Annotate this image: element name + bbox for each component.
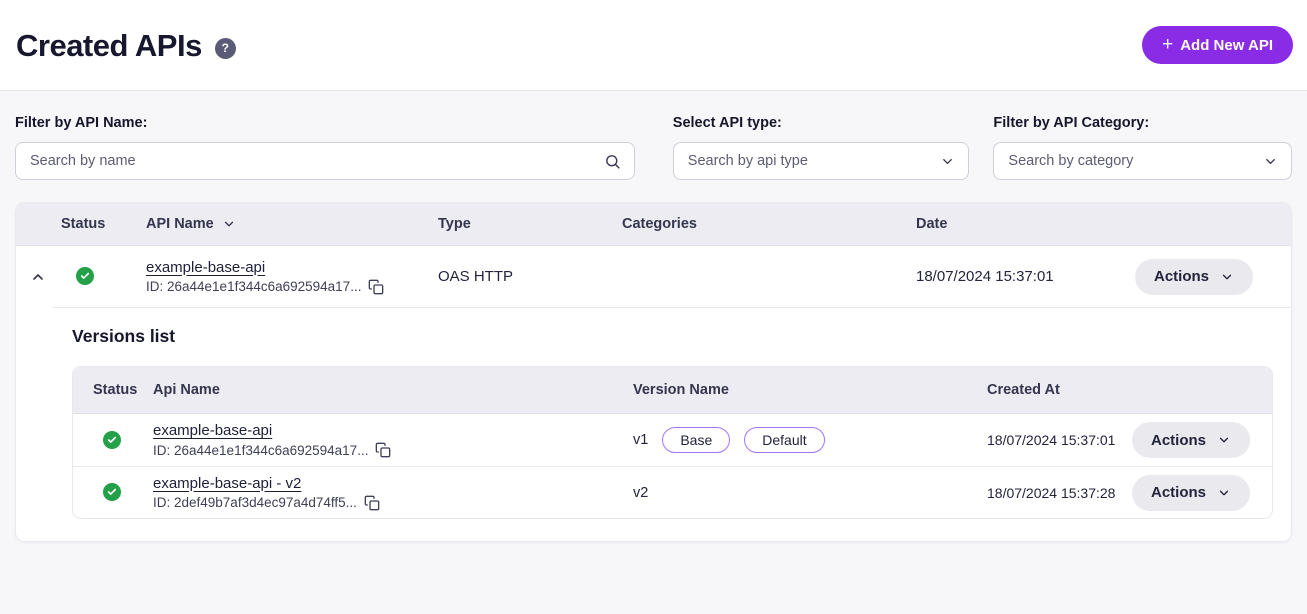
page-header: Created APIs ? + Add New API: [0, 0, 1307, 91]
api-name-search-input[interactable]: [30, 153, 604, 169]
version-column-header-status: Status: [73, 382, 133, 398]
chevron-down-icon: [1263, 154, 1278, 169]
actions-button[interactable]: Actions: [1132, 475, 1250, 511]
collapse-row-button[interactable]: [16, 269, 60, 285]
actions-button-label: Actions: [1151, 432, 1206, 449]
column-header-api-name[interactable]: API Name: [146, 216, 438, 232]
version-api-name-link[interactable]: example-base-api - v2: [153, 475, 301, 492]
version-table-row: example-base-api ID: 26a44e1e1f344c6a692…: [73, 414, 1272, 466]
add-new-api-label: Add New API: [1180, 37, 1273, 54]
version-badge-default: Default: [744, 427, 824, 453]
chevron-down-icon: [1217, 433, 1231, 447]
copy-icon[interactable]: [368, 279, 384, 295]
version-api-name-cell: example-base-api ID: 26a44e1e1f344c6a692…: [133, 422, 633, 458]
copy-icon[interactable]: [364, 495, 380, 511]
versions-table-header: Status Api Name Version Name Created At: [73, 367, 1272, 414]
chevron-down-icon: [940, 154, 955, 169]
version-name-cell: v2: [633, 485, 987, 501]
status-success-icon: [103, 431, 121, 449]
apis-table-header: Status API Name Type Categories Date: [16, 203, 1291, 246]
actions-button[interactable]: Actions: [1135, 259, 1253, 295]
actions-button-label: Actions: [1154, 268, 1209, 285]
filter-api-category-label: Filter by API Category:: [993, 115, 1292, 131]
version-api-id-text: ID: 2def49b7af3d4ec97a4d74ff5...: [153, 495, 357, 510]
api-category-select-placeholder: Search by category: [1008, 153, 1133, 169]
versions-table: Status Api Name Version Name Created At …: [72, 366, 1273, 519]
add-new-api-button[interactable]: + Add New API: [1142, 26, 1293, 64]
page-title: Created APIs: [16, 28, 202, 64]
version-label: v1: [633, 432, 648, 448]
version-badge-base: Base: [662, 427, 730, 453]
version-api-name-cell: example-base-api - v2 ID: 2def49b7af3d4e…: [133, 475, 633, 511]
chevron-down-icon: [1217, 486, 1231, 500]
version-api-name-link[interactable]: example-base-api: [153, 422, 272, 439]
search-icon: [604, 153, 621, 170]
version-api-id-text: ID: 26a44e1e1f344c6a692594a17...: [153, 443, 368, 458]
plus-icon: +: [1162, 35, 1173, 54]
apis-table-card: Status API Name Type Categories Date: [15, 202, 1292, 542]
chevron-up-icon: [30, 269, 46, 285]
status-cell: [60, 267, 146, 286]
filter-api-name-label: Filter by API Name:: [15, 115, 635, 131]
filter-api-type-label: Select API type:: [673, 115, 970, 131]
versions-panel: Versions list Status Api Name Version Na…: [16, 308, 1291, 541]
api-category-select[interactable]: Search by category: [993, 142, 1292, 180]
actions-button-label: Actions: [1151, 484, 1206, 501]
version-column-header-version-name: Version Name: [633, 382, 987, 398]
chevron-down-icon: [1220, 270, 1234, 284]
column-header-type: Type: [438, 216, 622, 232]
column-header-status: Status: [60, 216, 146, 232]
api-type-select[interactable]: Search by api type: [673, 142, 970, 180]
version-table-row: example-base-api - v2 ID: 2def49b7af3d4e…: [73, 466, 1272, 518]
version-column-header-api-name: Api Name: [133, 382, 633, 398]
status-cell: [73, 483, 133, 502]
content-area: Filter by API Name: Select API type: Sea…: [0, 91, 1307, 542]
version-name-cell: v1 Base Default: [633, 427, 987, 453]
status-cell: [73, 431, 133, 450]
version-column-header-created-at: Created At: [987, 382, 1127, 398]
api-table-row: example-base-api ID: 26a44e1e1f344c6a692…: [16, 246, 1291, 307]
help-icon[interactable]: ?: [215, 38, 236, 59]
version-created-at-cell: 18/07/2024 15:37:01: [987, 432, 1127, 448]
status-success-icon: [76, 267, 94, 285]
filter-api-type: Select API type: Search by api type: [673, 115, 970, 180]
api-name-cell: example-base-api ID: 26a44e1e1f344c6a692…: [146, 259, 438, 295]
version-created-at-cell: 18/07/2024 15:37:28: [987, 485, 1127, 501]
api-type-cell: OAS HTTP: [438, 268, 622, 285]
copy-icon[interactable]: [375, 442, 391, 458]
filters-bar: Filter by API Name: Select API type: Sea…: [15, 115, 1292, 180]
api-type-select-placeholder: Search by api type: [688, 153, 808, 169]
column-header-categories: Categories: [622, 216, 916, 232]
api-date-cell: 18/07/2024 15:37:01: [916, 268, 1096, 285]
status-success-icon: [103, 483, 121, 501]
actions-button[interactable]: Actions: [1132, 422, 1250, 458]
api-id-text: ID: 26a44e1e1f344c6a692594a17...: [146, 279, 361, 294]
sort-chevron-down-icon: [222, 217, 236, 231]
filter-api-category: Filter by API Category: Search by catego…: [993, 115, 1292, 180]
column-header-date: Date: [916, 216, 1096, 232]
api-name-link[interactable]: example-base-api: [146, 259, 265, 276]
version-label: v2: [633, 485, 648, 501]
versions-list-title: Versions list: [72, 326, 1273, 347]
filter-api-name: Filter by API Name:: [15, 115, 635, 180]
api-name-search-field: [15, 142, 635, 180]
